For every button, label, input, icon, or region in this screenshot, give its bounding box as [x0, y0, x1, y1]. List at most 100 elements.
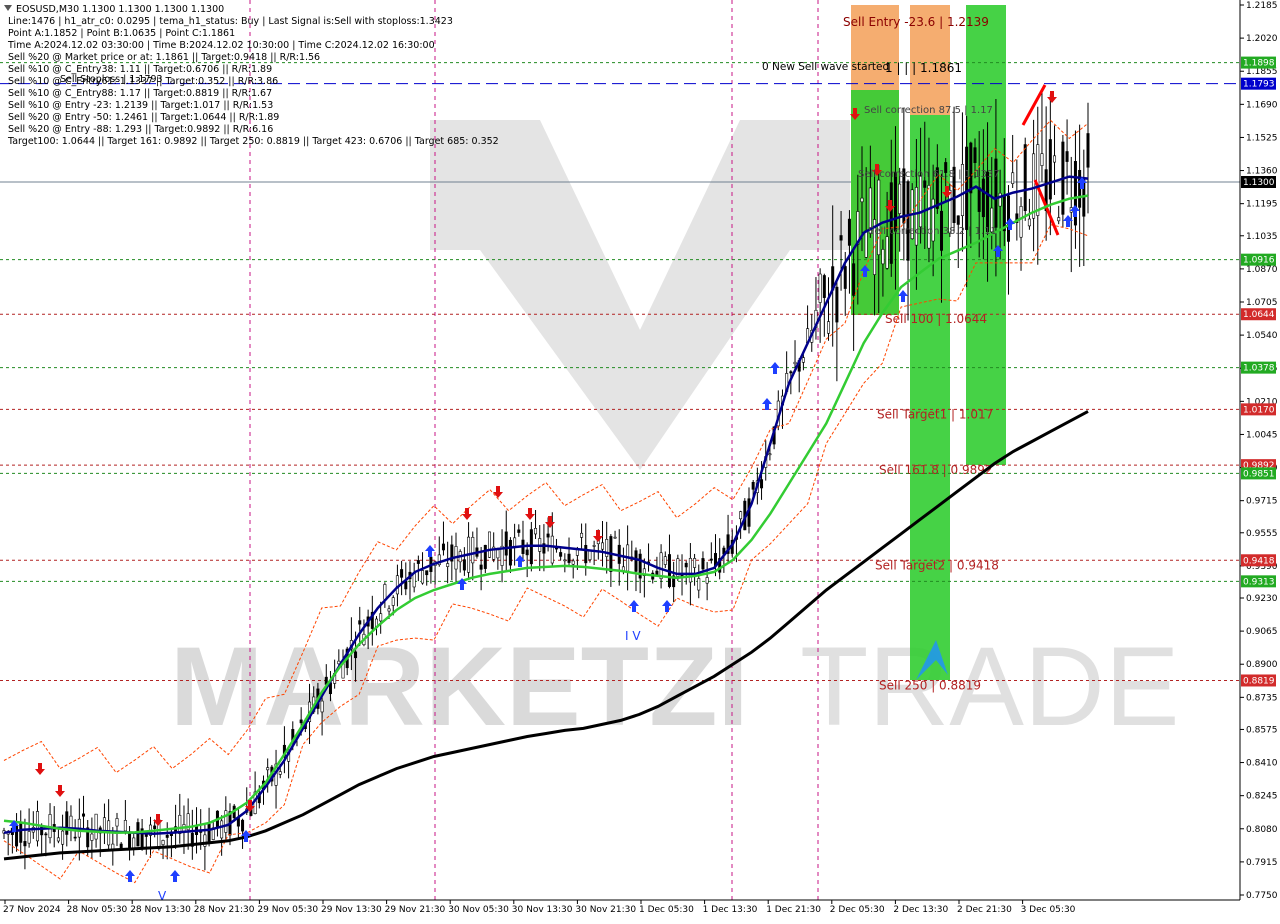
candle-body: [1023, 144, 1027, 212]
candle-body: [421, 570, 425, 584]
price-tag-label: 0.9418: [1243, 556, 1275, 566]
candle-body: [860, 197, 864, 203]
y-tick-label: 1.1360: [1246, 167, 1278, 177]
candle-body: [898, 183, 902, 214]
y-tick-label: 1.0870: [1246, 265, 1278, 275]
y-tick-label: 0.8735: [1246, 693, 1278, 703]
y-tick-label: 1.2185: [1246, 1, 1278, 11]
symbol-line: EOSUSD,M30 1.1300 1.1300 1.1300 1.1300: [16, 4, 224, 15]
chart-window: MARKETZI TRADE Sell 100 | 1.0644 Sell Tar…: [0, 0, 1280, 920]
candle-body: [525, 549, 529, 556]
candle-body: [822, 275, 826, 298]
candle-body: [278, 771, 282, 775]
candle-body: [927, 185, 931, 249]
candle-body: [877, 179, 881, 256]
candle-body: [659, 552, 663, 579]
candle-body: [827, 321, 831, 334]
candle-body: [23, 841, 27, 847]
candle-body: [220, 820, 224, 839]
candle-body: [320, 700, 324, 713]
candle-body: [684, 562, 688, 568]
x-tick-label: 28 Nov 13:30: [130, 905, 191, 915]
candle-body: [923, 180, 927, 188]
candle-body: [487, 531, 491, 558]
x-tick-label: 1 Dec 05:30: [639, 905, 694, 915]
y-axis-ticks: 1.2185 1.2020 1.1855 1.1690 1.1525 1.1360 1.11…: [1240, 1, 1278, 901]
price-tag-label: 0.9851: [1243, 469, 1275, 479]
x-tick-label: 1 Dec 21:30: [766, 905, 821, 915]
zone-label: 1 | | | 1.1861: [885, 61, 962, 75]
x-tick-label: 27 Nov 2024: [3, 905, 61, 915]
level-label: Sell 250 | 0.8819: [879, 678, 981, 692]
y-tick-label: 0.8080: [1246, 825, 1278, 835]
x-tick-label: 28 Nov 05:30: [67, 905, 128, 915]
candle-body: [588, 550, 592, 560]
price-tag-label: 1.0644: [1243, 310, 1275, 320]
candle-body: [986, 171, 990, 233]
price-chart[interactable]: MARKETZI TRADE Sell 100 | 1.0644 Sell Tar…: [0, 0, 1280, 920]
x-tick-label: 1 Dec 13:30: [703, 905, 758, 915]
candle-body: [1086, 133, 1090, 168]
candle-body: [751, 482, 755, 490]
y-tick-label: 0.8575: [1246, 725, 1278, 735]
candle-body: [82, 813, 86, 817]
y-tick-label: 1.1525: [1246, 133, 1278, 143]
price-tag-label: 1.0170: [1243, 405, 1275, 415]
price-tag-label: 0.9313: [1243, 577, 1275, 587]
stoploss-overlay-label: Sell Stoploss | 1.1793: [60, 74, 163, 85]
candle-body: [601, 542, 605, 550]
candle-body: [563, 559, 567, 562]
candle-body: [567, 553, 571, 563]
candle-body: [462, 559, 466, 571]
candle-body: [688, 558, 692, 583]
zone-label: 0 New Sell wave started: [762, 61, 889, 73]
candle-body: [115, 818, 119, 827]
candle-body: [839, 235, 843, 241]
candle-body: [111, 843, 115, 850]
candle-body: [44, 833, 48, 836]
level-label: Sell 100 | 1.0644: [885, 312, 987, 326]
price-tags: 1.1898 1.1793 1.0916 1.0644 1.0378 1.0170 0.98…: [1241, 56, 1276, 687]
candle-body: [965, 146, 969, 230]
y-tick-label: 0.8900: [1246, 660, 1278, 670]
candle-body: [128, 832, 132, 849]
info-line: Target100: 1.0644 || Target 161: 0.9892 …: [7, 136, 499, 147]
candle-body: [697, 578, 701, 591]
candle-body: [981, 178, 985, 218]
candle-body: [768, 453, 772, 456]
candle-body: [483, 544, 487, 569]
candle-body: [1057, 217, 1061, 222]
candle-body: [1048, 139, 1052, 200]
wave-label: V: [158, 889, 167, 903]
candle-body: [508, 539, 512, 566]
info-line: Sell %20 @ Market price or at: 1.1861 ||…: [8, 52, 320, 63]
candle-body: [471, 537, 475, 564]
x-tick-label: 29 Nov 13:30: [321, 905, 382, 915]
candle-body: [550, 535, 554, 564]
candle-body: [416, 560, 420, 564]
x-tick-label: 30 Nov 21:30: [575, 905, 636, 915]
y-tick-label: 0.8245: [1246, 792, 1278, 802]
candle-body: [534, 528, 538, 535]
x-tick-label: 2 Dec 05:30: [830, 905, 885, 915]
zone-label: Sell correction 61.8 | 1.1337: [858, 169, 1000, 180]
candle-body: [847, 218, 851, 246]
wave-label: I V: [625, 629, 641, 643]
plot-background: [0, 0, 1240, 900]
candle-body: [580, 532, 584, 538]
candle-body: [56, 837, 60, 842]
candle-body: [793, 361, 797, 365]
candle-body: [513, 537, 517, 548]
candle-body: [546, 533, 550, 538]
x-tick-label: 2 Dec 21:30: [957, 905, 1012, 915]
candle-body: [19, 823, 23, 843]
candle-body: [1019, 206, 1023, 238]
candle-body: [1053, 155, 1057, 163]
level-label: Sell Target1 | 1.017: [877, 407, 993, 421]
y-tick-label: 0.9065: [1246, 627, 1278, 637]
candle-body: [818, 273, 822, 303]
candle-body: [496, 549, 500, 559]
y-tick-label: 1.0705: [1246, 298, 1278, 308]
info-line: Sell %20 @ Entry -88: 1.293 || Target:0.…: [8, 124, 273, 135]
info-line: Sell %10 @ Entry -23: 1.2139 || Target:1…: [8, 100, 273, 111]
